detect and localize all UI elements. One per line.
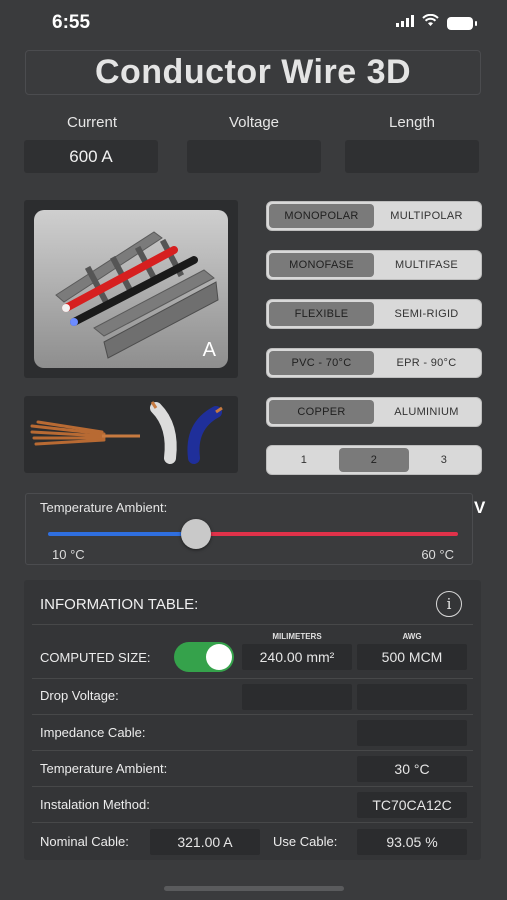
- slider-min-label: 10 °C: [52, 547, 85, 562]
- polarity-segment[interactable]: MONOPOLAR MULTIPOLAR: [266, 201, 482, 231]
- cable-tray-illustration: [55, 231, 219, 359]
- segment-multipolar[interactable]: MULTIPOLAR: [374, 204, 479, 228]
- cable-tray-image[interactable]: A: [34, 210, 228, 368]
- image-badge: A: [202, 339, 216, 361]
- segment-count-2[interactable]: 2: [339, 448, 409, 472]
- drop-voltage-awg: [357, 684, 467, 710]
- use-cable-value: 93.05 %: [357, 829, 467, 855]
- segment-monopolar[interactable]: MONOPOLAR: [269, 204, 374, 228]
- segment-aluminium[interactable]: ALUMINIUM: [374, 400, 479, 424]
- divider: [32, 786, 473, 787]
- computed-size-label: COMPUTED SIZE:: [40, 650, 151, 665]
- voltage-field[interactable]: [187, 140, 321, 173]
- cable-strand-panel: [24, 396, 238, 473]
- segment-multifase[interactable]: MULTIFASE: [374, 253, 479, 277]
- status-time: 6:55: [52, 12, 91, 33]
- segment-count-3[interactable]: 3: [409, 448, 479, 472]
- wifi-icon: [422, 13, 439, 32]
- info-icon[interactable]: i: [436, 591, 462, 617]
- computed-awg-value: 500 MCM: [357, 644, 467, 670]
- slider-thumb[interactable]: [180, 519, 211, 549]
- information-table: INFORMATION TABLE: i MILIMETERS AWG COMP…: [24, 580, 481, 860]
- toggle-knob: [206, 644, 232, 670]
- voltage-label: Voltage: [228, 114, 280, 131]
- segment-epr[interactable]: EPR - 90°C: [374, 351, 479, 375]
- segment-copper[interactable]: COPPER: [269, 400, 374, 424]
- temperature-value: 30 °C: [357, 756, 467, 782]
- segment-flexible[interactable]: FLEXIBLE: [269, 302, 374, 326]
- current-field[interactable]: 600 A: [24, 140, 158, 173]
- col-awg: AWG: [402, 632, 422, 641]
- segment-count-1[interactable]: 1: [269, 448, 339, 472]
- divider: [32, 624, 473, 625]
- impedance-label: Impedance Cable:: [40, 725, 146, 740]
- cable-image-panel: A: [24, 200, 238, 378]
- nominal-cable-label: Nominal Cable:: [40, 834, 129, 849]
- divider: [32, 750, 473, 751]
- insulation-segment[interactable]: PVC - 70°C EPR - 90°C: [266, 348, 482, 378]
- info-title: INFORMATION TABLE:: [40, 596, 199, 613]
- segment-pvc[interactable]: PVC - 70°C: [269, 351, 374, 375]
- computed-size-toggle[interactable]: [174, 642, 234, 672]
- slider-label: Temperature Ambient:: [40, 500, 168, 515]
- slider-max-label: 60 °C: [421, 547, 454, 562]
- computed-mm-value: 240.00 mm²: [242, 644, 352, 670]
- slider-track-min: [48, 532, 196, 536]
- status-icons: [396, 13, 477, 32]
- count-segment[interactable]: 1 2 3: [266, 445, 482, 475]
- phase-segment[interactable]: MONOFASE MULTIFASE: [266, 250, 482, 280]
- battery-icon: [447, 16, 477, 30]
- length-label: Length: [389, 114, 435, 131]
- copper-strand-illustration: [30, 401, 223, 464]
- home-indicator[interactable]: [164, 886, 344, 891]
- flexibility-segment[interactable]: FLEXIBLE SEMI-RIGID: [266, 299, 482, 329]
- drop-voltage-mm: [242, 684, 352, 710]
- slider-track-max: [195, 532, 458, 536]
- installation-method-label: Instalation Method:: [40, 797, 150, 812]
- divider: [32, 822, 473, 823]
- temperature-slider-panel: Temperature Ambient: 10 °C 60 °C: [25, 493, 473, 565]
- installation-method-value: TC70CA12C: [357, 792, 467, 818]
- length-field[interactable]: [345, 140, 479, 173]
- divider: [32, 714, 473, 715]
- drop-voltage-label: Drop Voltage:: [40, 688, 119, 703]
- impedance-value: [357, 720, 467, 746]
- material-segment[interactable]: COPPER ALUMINIUM: [266, 397, 482, 427]
- divider: [32, 678, 473, 679]
- segment-monofase[interactable]: MONOFASE: [269, 253, 374, 277]
- temperature-label: Temperature Ambient:: [40, 761, 168, 776]
- app-title: Conductor Wire 3D: [25, 50, 481, 95]
- signal-icon: [396, 14, 414, 32]
- current-label: Current: [66, 114, 118, 131]
- nominal-cable-value: 321.00 A: [150, 829, 260, 855]
- use-cable-label: Use Cable:: [273, 834, 338, 849]
- side-letter: V: [474, 498, 486, 517]
- col-milimeters: MILIMETERS: [272, 632, 322, 641]
- segment-semi-rigid[interactable]: SEMI-RIGID: [374, 302, 479, 326]
